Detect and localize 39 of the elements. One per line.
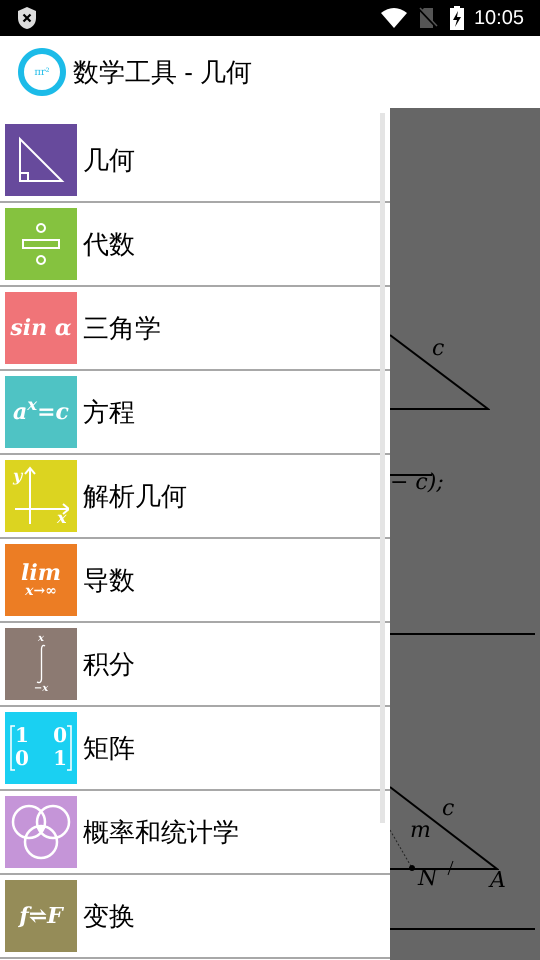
formula-text: a$^{x}$=c (13, 396, 69, 426)
matrix-entry: 0 (15, 748, 30, 771)
formula-text: x→∞ (25, 584, 57, 598)
formula-text: sin α (10, 314, 72, 342)
matrix-entry: 1 (52, 748, 67, 771)
shield-icon (16, 6, 38, 30)
axis-label: y (13, 468, 22, 484)
drawer-item[interactable]: 几何 (0, 119, 390, 203)
drawer-item[interactable]: a$^{x}$=c 方程 (0, 371, 390, 455)
matrix-brackets-icon (9, 725, 73, 771)
drawer-item[interactable]: f⇌F 变换 (0, 875, 390, 959)
wifi-icon (380, 7, 408, 29)
math-label: c (432, 338, 444, 360)
drawer-item[interactable]: 代数 (0, 203, 390, 287)
logo-text: πr² (34, 66, 50, 80)
no-sim-icon (418, 7, 438, 29)
clock-time: 10:05 (474, 6, 524, 31)
math-label: − c); (390, 472, 444, 494)
formula-text: f⇌F (19, 902, 63, 930)
matrix-entry: 0 (52, 725, 67, 748)
battery-charging-icon (450, 6, 464, 30)
matrix-entry: 1 (15, 725, 30, 748)
formula-text: lim (21, 562, 61, 584)
drawer-item[interactable]: 1 0 0 1 矩阵 (0, 707, 390, 791)
drawer-item[interactable]: y x 解析几何 (0, 455, 390, 539)
division-sign-icon (19, 222, 63, 266)
formula-text: −x (34, 684, 48, 694)
math-label: c (442, 798, 454, 820)
integral-sign-icon (36, 644, 46, 684)
math-label: A (490, 870, 506, 892)
axis-label: x (57, 510, 67, 526)
drawer-item[interactable]: sin α 三角学 (0, 287, 390, 371)
drawer-item[interactable]: 概率和统计学 (0, 791, 390, 875)
formula-text: x (38, 634, 44, 644)
app-title: 数学工具 - 几何 (73, 56, 252, 88)
venn-diagram-icon (11, 804, 71, 860)
right-triangle-icon (17, 136, 65, 184)
drawer-item[interactable]: x −x 积分 (0, 623, 390, 707)
math-label: m (410, 820, 431, 842)
